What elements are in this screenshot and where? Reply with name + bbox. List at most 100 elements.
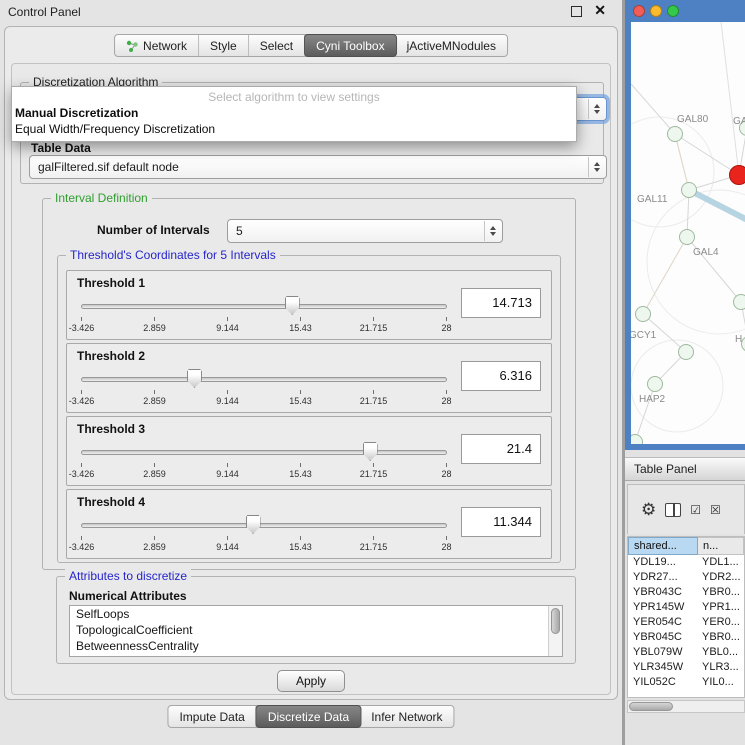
- list-item[interactable]: BetweennessCentrality: [70, 638, 562, 654]
- tab-label: Infer Network: [371, 710, 442, 724]
- tab-label: jActiveMNodules: [407, 39, 496, 53]
- table-row[interactable]: YBR043CYBR0...: [628, 585, 744, 600]
- combobox-stepper-icon[interactable]: [588, 99, 605, 119]
- deselect-all-icon[interactable]: ☒: [710, 503, 721, 517]
- combobox-stepper-icon[interactable]: [588, 157, 605, 177]
- tab-jactivemnodules[interactable]: jActiveMNodules: [396, 35, 507, 56]
- list-scrollbar[interactable]: [548, 606, 562, 656]
- network-node-gal11[interactable]: [681, 182, 697, 198]
- cyni-toolbox-content: Discretization Algorithm Table Data galF…: [11, 63, 611, 695]
- dropdown-placeholder: Select algorithm to view settings: [12, 90, 576, 105]
- threshold-label: Threshold 4: [77, 495, 145, 509]
- node-label: GAL80: [677, 114, 708, 125]
- threshold-label: Threshold 3: [77, 422, 145, 436]
- threshold-panel-1: Threshold 1 -3.426 2.859 9.144 15.43 21.…: [66, 270, 552, 340]
- apply-button[interactable]: Apply: [277, 670, 345, 692]
- tab-network[interactable]: Network: [115, 35, 199, 56]
- table-horizontal-scrollbar[interactable]: [627, 700, 745, 713]
- node-label: H: [735, 334, 742, 345]
- group-title: Interval Definition: [51, 191, 152, 205]
- tab-label: Network: [143, 39, 187, 53]
- combobox-stepper-icon[interactable]: [484, 221, 501, 241]
- threshold-value-field[interactable]: 11.344: [461, 507, 541, 537]
- control-panel-tab-strip: Network Style Select Cyni Toolbox jActiv…: [114, 34, 508, 57]
- scrollbar-thumb[interactable]: [551, 608, 560, 634]
- table-row[interactable]: YPR145WYPR1...: [628, 600, 744, 615]
- group-title: Attributes to discretize: [65, 569, 191, 583]
- table-row[interactable]: YDL19...YDL1...: [628, 555, 744, 570]
- network-node[interactable]: [678, 344, 694, 360]
- dropdown-option-equal-width-frequency[interactable]: Equal Width/Frequency Discretization: [12, 121, 576, 137]
- slider-tick-labels: -3.426 2.859 9.144 15.43 21.715 28: [81, 536, 447, 552]
- table-data-combobox[interactable]: galFiltered.sif default node: [29, 155, 607, 179]
- network-node-gal4[interactable]: [679, 229, 695, 245]
- network-icon: [126, 40, 138, 52]
- tab-impute-data[interactable]: Impute Data: [168, 706, 256, 727]
- threshold-slider[interactable]: -3.426 2.859 9.144 15.43 21.715 28: [81, 441, 447, 483]
- tab-infer-network[interactable]: Infer Network: [360, 706, 453, 727]
- network-node-gcy1[interactable]: [635, 306, 651, 322]
- table-row[interactable]: YBR045CYBR0...: [628, 630, 744, 645]
- threshold-slider[interactable]: -3.426 2.859 9.144 15.43 21.715 28: [81, 514, 447, 556]
- threshold-value-field[interactable]: 14.713: [461, 288, 541, 318]
- select-all-icon[interactable]: ☑: [690, 503, 701, 517]
- slider-track[interactable]: [81, 523, 447, 528]
- interval-definition-group: Interval Definition Number of Intervals …: [42, 198, 576, 570]
- number-of-intervals-value: 5: [236, 224, 243, 238]
- slider-thumb[interactable]: [363, 442, 378, 461]
- table-settings-gear-icon[interactable]: ⚙: [641, 500, 656, 520]
- network-node-hap2[interactable]: [647, 376, 663, 392]
- threshold-panel-4: Threshold 4 -3.426 2.859 9.144 15.43 21.…: [66, 489, 552, 559]
- close-window-icon[interactable]: [633, 5, 645, 17]
- column-header-shared-name[interactable]: shared...: [628, 537, 698, 555]
- table-row[interactable]: YDR27...YDR2...: [628, 570, 744, 585]
- threshold-label: Threshold 1: [77, 276, 145, 290]
- slider-track[interactable]: [81, 377, 447, 382]
- tab-cyni-toolbox[interactable]: Cyni Toolbox: [304, 34, 396, 57]
- threshold-slider[interactable]: -3.426 2.859 9.144 15.43 21.715 28: [81, 368, 447, 410]
- table-row[interactable]: YBL079WYBL0...: [628, 645, 744, 660]
- threshold-label: Threshold 2: [77, 349, 145, 363]
- slider-thumb[interactable]: [246, 515, 261, 534]
- number-of-intervals-combobox[interactable]: 5: [227, 219, 503, 243]
- network-node-gal80[interactable]: [667, 126, 683, 142]
- tab-label: Discretize Data: [268, 710, 349, 724]
- dropdown-option-manual-discretization[interactable]: Manual Discretization: [12, 105, 576, 121]
- network-view-window: GAL80GAGAL11GAL4GCY1HAP2H: [625, 0, 745, 450]
- list-item[interactable]: SelfLoops: [70, 606, 562, 622]
- threshold-value-field[interactable]: 21.4: [461, 434, 541, 464]
- tab-style[interactable]: Style: [199, 35, 249, 56]
- float-window-icon[interactable]: [571, 6, 582, 17]
- slider-thumb[interactable]: [187, 369, 202, 388]
- application-window: Control Panel ✕ Network Style: [0, 0, 745, 745]
- show-columns-icon[interactable]: [665, 503, 681, 517]
- close-panel-icon[interactable]: ✕: [594, 2, 606, 19]
- network-node[interactable]: [729, 165, 745, 185]
- threshold-panel-2: Threshold 2 -3.426 2.859 9.144 15.43 21.…: [66, 343, 552, 413]
- minimize-window-icon[interactable]: [650, 5, 662, 17]
- table-data-value: galFiltered.sif default node: [38, 160, 179, 174]
- tab-select[interactable]: Select: [249, 35, 305, 56]
- slider-track[interactable]: [81, 304, 447, 309]
- zoom-window-icon[interactable]: [667, 5, 679, 17]
- number-of-intervals-label: Number of Intervals: [97, 223, 210, 237]
- threshold-value-field[interactable]: 6.316: [461, 361, 541, 391]
- tab-label: Style: [210, 39, 237, 53]
- table-row[interactable]: YLR345WYLR3...: [628, 660, 744, 675]
- tab-discretize-data[interactable]: Discretize Data: [256, 705, 361, 728]
- group-title: Threshold's Coordinates for 5 Intervals: [66, 248, 280, 262]
- table-row[interactable]: YIL052CYIL0...: [628, 675, 744, 690]
- control-panel: Control Panel ✕ Network Style: [0, 0, 622, 745]
- list-item[interactable]: TopologicalCoefficient: [70, 622, 562, 638]
- network-node[interactable]: [733, 294, 745, 310]
- threshold-coordinates-group: Threshold's Coordinates for 5 Intervals …: [57, 255, 561, 563]
- table-row[interactable]: YER054CYER0...: [628, 615, 744, 630]
- node-label: GA: [733, 116, 745, 127]
- slider-thumb[interactable]: [285, 296, 300, 315]
- network-canvas[interactable]: GAL80GAGAL11GAL4GCY1HAP2H: [631, 22, 745, 444]
- slider-track[interactable]: [81, 450, 447, 455]
- threshold-slider[interactable]: -3.426 2.859 9.144 15.43 21.715 28: [81, 295, 447, 337]
- scrollbar-thumb[interactable]: [629, 702, 673, 711]
- bottom-tab-strip: Impute Data Discretize Data Infer Networ…: [167, 705, 454, 728]
- column-header-name[interactable]: n...: [698, 537, 744, 555]
